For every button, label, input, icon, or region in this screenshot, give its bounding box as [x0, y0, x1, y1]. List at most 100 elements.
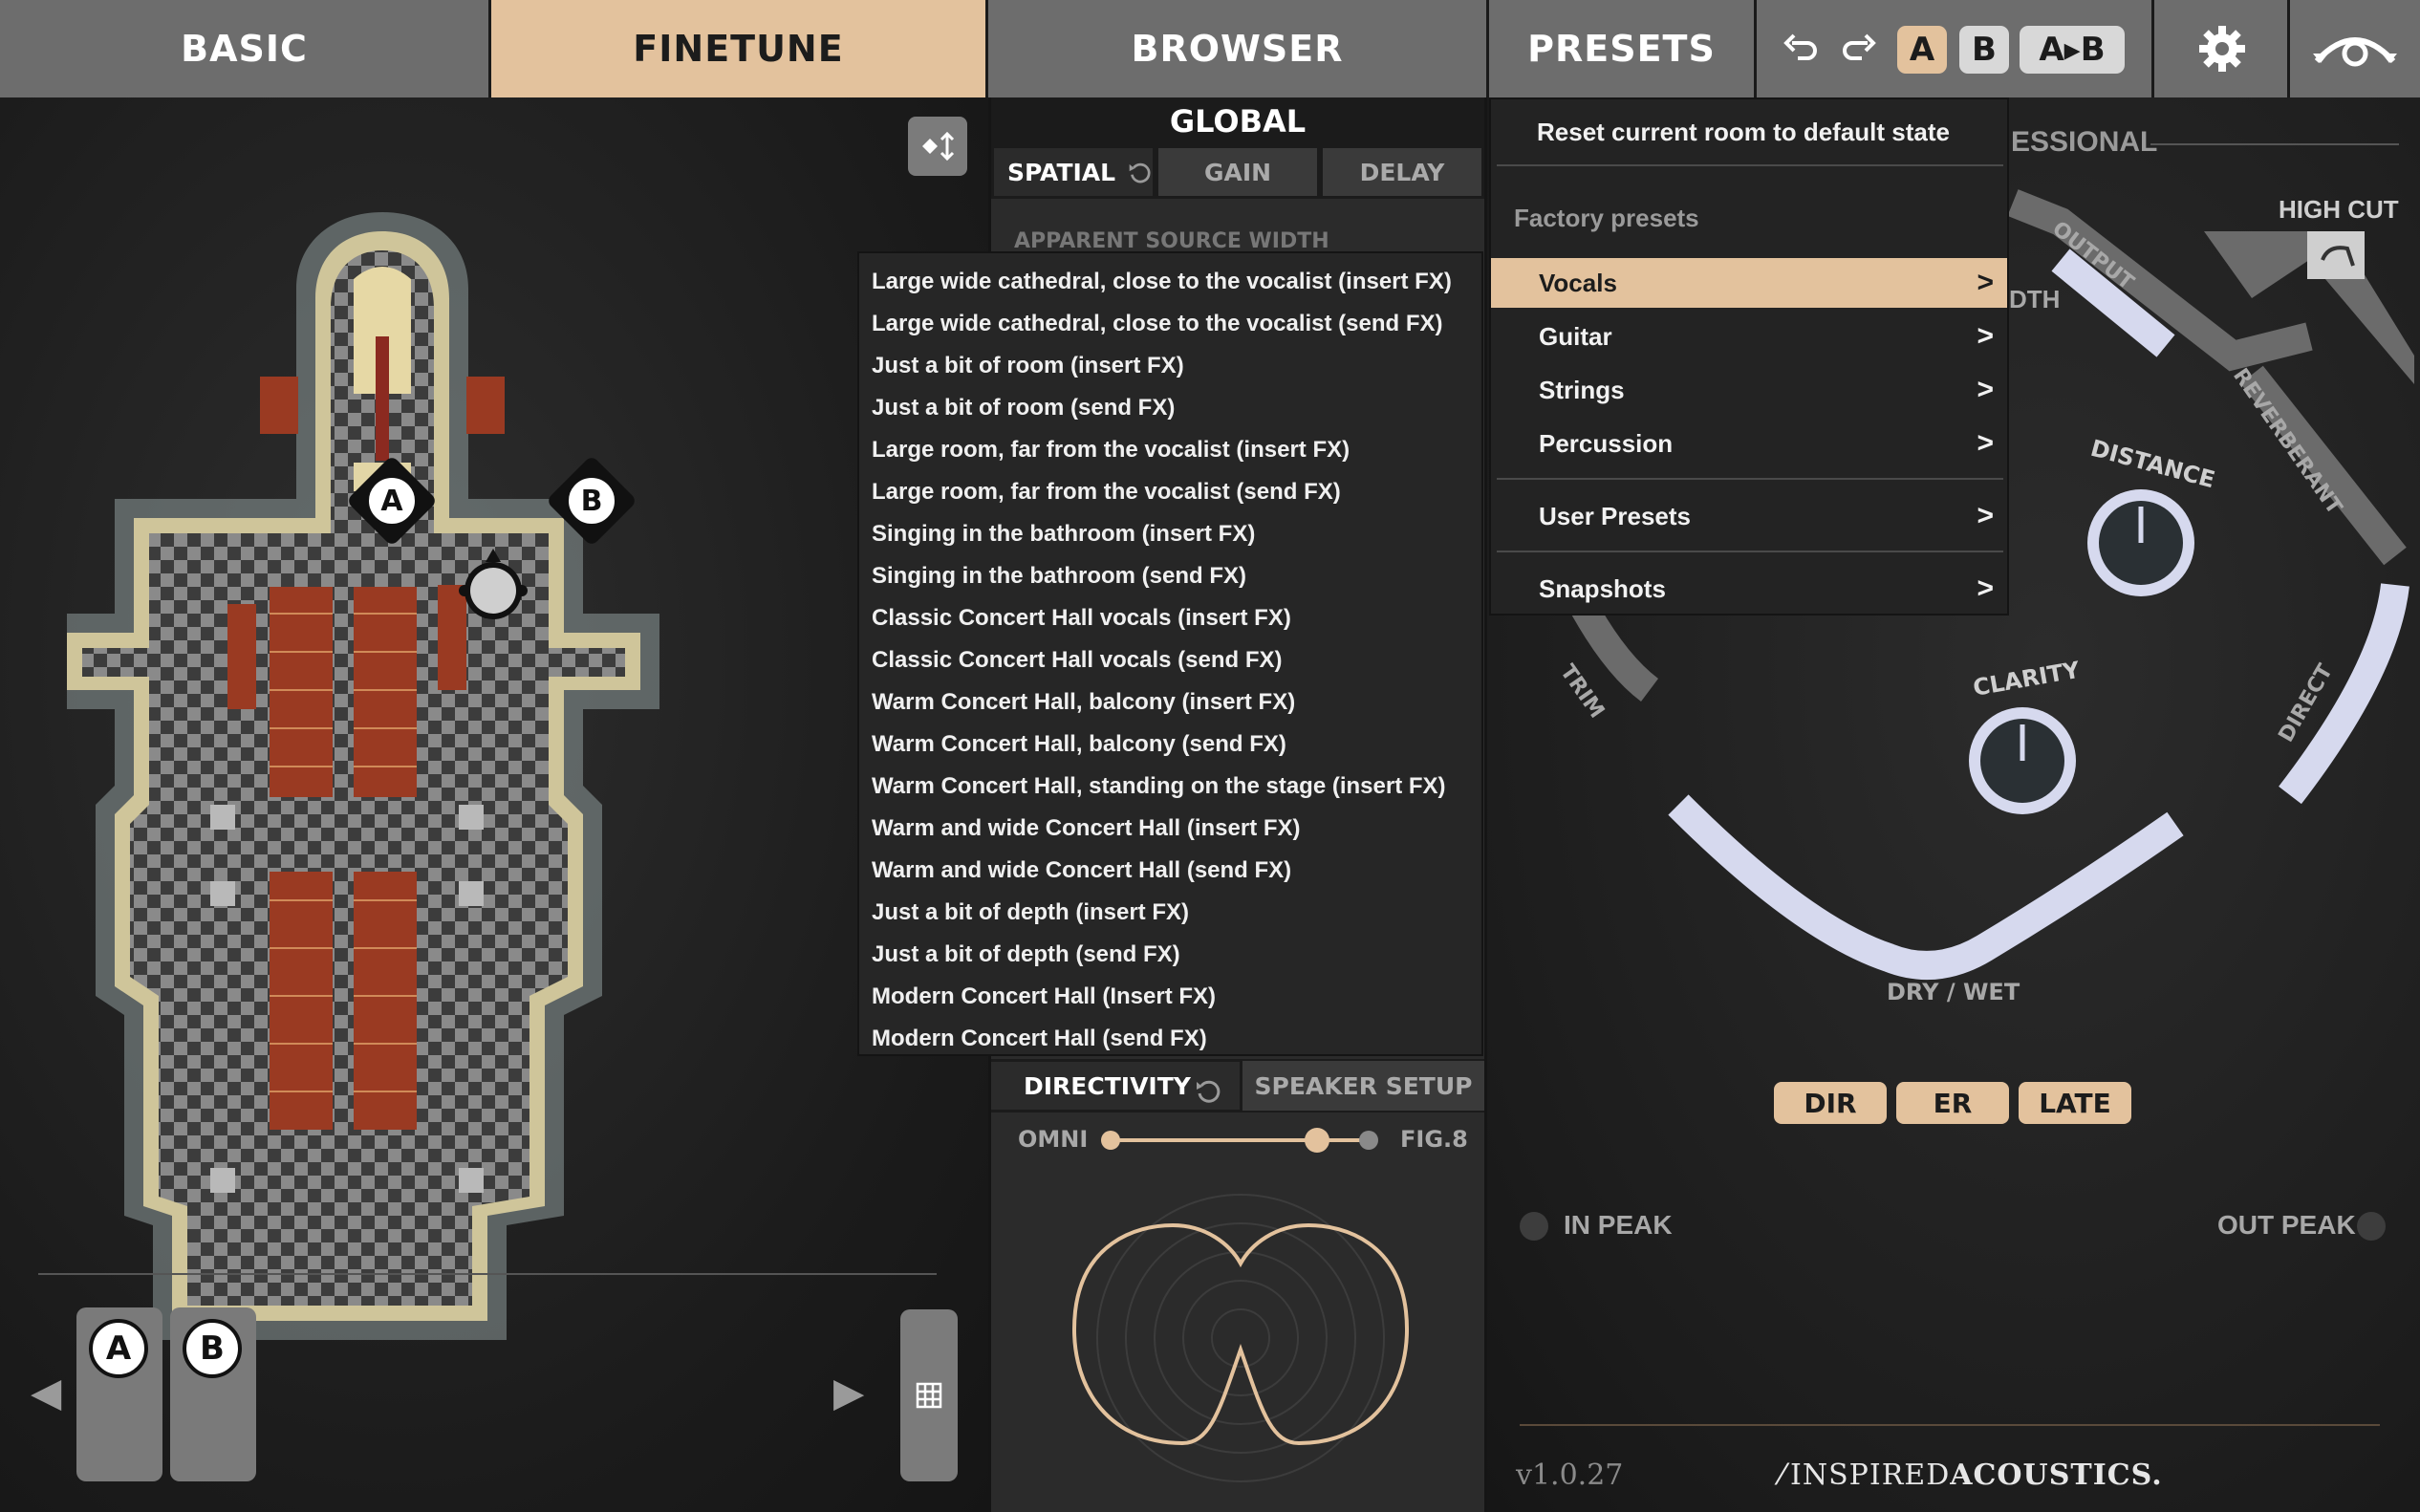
menu-separator	[1497, 478, 2003, 480]
menu-item-snapshots[interactable]: Snapshots >	[1491, 564, 2007, 614]
tab-finetune[interactable]: FINETUNE	[491, 0, 988, 97]
preset-item[interactable]: Classic Concert Hall vocals (send FX)	[859, 639, 1481, 681]
copy-a-to-b-button[interactable]: A▸B	[2020, 26, 2125, 74]
directivity-slider-track[interactable]	[1109, 1138, 1369, 1142]
reset-icon[interactable]	[1127, 158, 1153, 186]
distance-knob[interactable]	[2087, 489, 2194, 596]
tab-basic[interactable]: BASIC	[0, 0, 491, 97]
brand-name-thin: INSPIRED	[1790, 1458, 1951, 1492]
mic-b-marker[interactable]: B	[545, 454, 638, 548]
tab-directivity-label: DIRECTIVITY	[1024, 1071, 1191, 1100]
clarity-knob[interactable]	[1969, 707, 2076, 814]
b-button[interactable]: B	[1959, 26, 2009, 74]
in-peak-label: IN PEAK	[1564, 1210, 1673, 1240]
late-button[interactable]: LATE	[2019, 1082, 2131, 1124]
menu-item-percussion[interactable]: Percussion >	[1491, 419, 2007, 468]
slot-a-label: A	[89, 1319, 148, 1378]
gear-icon	[2154, 0, 2290, 97]
footer-rule	[1520, 1424, 2380, 1426]
apparent-source-width-label: APPARENT SOURCE WIDTH	[1014, 229, 1329, 250]
room-floorplan[interactable]	[67, 212, 870, 1359]
preset-item[interactable]: Large room, far from the vocalist (inser…	[859, 429, 1481, 471]
view-toggle-icon	[922, 131, 955, 162]
preset-item[interactable]: Singing in the bathroom (insert FX)	[859, 513, 1481, 555]
tab-browser[interactable]: BROWSER	[988, 0, 1489, 97]
menu-item-guitar-label: Guitar	[1539, 321, 1612, 351]
menu-item-vocals[interactable]: Vocals >	[1491, 258, 2007, 308]
preset-item[interactable]: Warm Concert Hall, standing on the stage…	[859, 766, 1481, 808]
preset-item[interactable]: Singing in the bathroom (send FX)	[859, 555, 1481, 597]
brand-name-bold: ACOUSTICS.	[1950, 1458, 2163, 1492]
preset-item[interactable]: Just a bit of depth (insert FX)	[859, 892, 1481, 934]
out-peak-label: OUT PEAK	[2217, 1210, 2356, 1240]
mic-a-marker[interactable]: A	[345, 454, 439, 548]
source-marker[interactable]	[453, 545, 533, 625]
tab-presets[interactable]: PRESETS	[1489, 0, 1757, 97]
menu-item-strings-label: Strings	[1539, 375, 1625, 404]
dir-button[interactable]: DIR	[1774, 1082, 1887, 1124]
menu-item-user-presets[interactable]: User Presets >	[1491, 491, 2007, 541]
menu-item-snapshots-label: Snapshots	[1539, 573, 1666, 603]
preset-item[interactable]: Warm Concert Hall, balcony (insert FX)	[859, 681, 1481, 724]
clarity-label: CLARITY	[1971, 657, 2082, 702]
slot-divider	[38, 1273, 937, 1275]
preset-item[interactable]: Classic Concert Hall vocals (insert FX)	[859, 597, 1481, 639]
menu-item-guitar[interactable]: Guitar >	[1491, 312, 2007, 361]
directivity-slider-thumb[interactable]	[1305, 1128, 1329, 1153]
slot-a-card[interactable]: A	[76, 1307, 162, 1481]
preset-item[interactable]: Modern Concert Hall (Insert FX)	[859, 976, 1481, 1018]
reset-room-item[interactable]: Reset current room to default state	[1491, 107, 2007, 157]
grid-icon	[916, 1382, 942, 1409]
directivity-slider-end	[1359, 1131, 1378, 1150]
menu-item-percussion-label: Percussion	[1539, 428, 1674, 458]
preset-item[interactable]: Just a bit of room (insert FX)	[859, 345, 1481, 387]
source-marker-icon	[459, 549, 528, 619]
preset-item[interactable]: Warm and wide Concert Hall (send FX)	[859, 850, 1481, 892]
tab-spatial-label: SPATIAL	[1007, 158, 1116, 186]
scroll-left-arrow-icon[interactable]: ◀	[31, 1369, 61, 1415]
redo-icon[interactable]	[1833, 0, 1887, 97]
directivity-reset-icon[interactable]	[1194, 1076, 1222, 1105]
distance-label: DISTANCE	[2087, 435, 2217, 494]
inspired-acoustics-menu[interactable]	[2290, 0, 2420, 97]
er-button[interactable]: ER	[1896, 1082, 2009, 1124]
preset-item[interactable]: Large room, far from the vocalist (send …	[859, 471, 1481, 513]
menu-item-vocals-label: Vocals	[1539, 268, 1617, 297]
chevron-right-icon: >	[1977, 374, 1994, 405]
chevron-right-icon: >	[1977, 572, 1994, 604]
menu-item-strings[interactable]: Strings >	[1491, 365, 2007, 415]
scroll-right-arrow-icon[interactable]: ▶	[833, 1369, 864, 1415]
preset-item[interactable]: Modern Concert Hall (send FX)	[859, 1018, 1481, 1060]
mic-a-label: A	[366, 475, 418, 527]
slot-b-card[interactable]: B	[170, 1307, 256, 1481]
out-peak-led	[2357, 1212, 2386, 1241]
undo-icon[interactable]	[1773, 0, 1826, 97]
a-button[interactable]: A	[1897, 26, 1947, 74]
in-peak-led	[1520, 1212, 1548, 1241]
view-toggle-button[interactable]	[908, 117, 967, 176]
top-bar: BASIC FINETUNE BROWSER PRESETS A B A▸B	[0, 0, 2420, 97]
tab-speaker-setup[interactable]: SPEAKER SETUP	[1240, 1061, 1484, 1111]
menu-item-user-presets-label: User Presets	[1539, 501, 1691, 530]
preset-item[interactable]: Large wide cathedral, close to the vocal…	[859, 261, 1481, 303]
settings-button[interactable]	[2154, 0, 2290, 97]
tab-gain[interactable]: GAIN	[1156, 145, 1320, 199]
slot-b-label: B	[183, 1319, 242, 1378]
preset-item[interactable]: Warm Concert Hall, balcony (send FX)	[859, 724, 1481, 766]
directivity-slider-start	[1101, 1131, 1120, 1150]
mic-b-label: B	[566, 475, 617, 527]
factory-presets-header: Factory presets	[1514, 203, 1699, 232]
preset-item[interactable]: Just a bit of depth (send FX)	[859, 934, 1481, 976]
polar-pattern-plot	[1072, 1194, 1409, 1482]
preset-item[interactable]: Warm and wide Concert Hall (insert FX)	[859, 808, 1481, 850]
tab-spatial[interactable]: SPATIAL	[991, 145, 1156, 199]
inspired-acoustics-icon	[2290, 0, 2420, 97]
tab-delay[interactable]: DELAY	[1320, 145, 1484, 199]
fig8-label: FIG.8	[1400, 1126, 1468, 1153]
preset-item[interactable]: Just a bit of room (send FX)	[859, 387, 1481, 429]
preset-item[interactable]: Large wide cathedral, close to the vocal…	[859, 303, 1481, 345]
global-title: GLOBAL	[991, 97, 1484, 145]
grid-view-button[interactable]	[900, 1309, 958, 1481]
room-map-panel: A B A B ◀ ▶	[0, 97, 988, 1512]
menu-separator	[1497, 164, 2003, 166]
